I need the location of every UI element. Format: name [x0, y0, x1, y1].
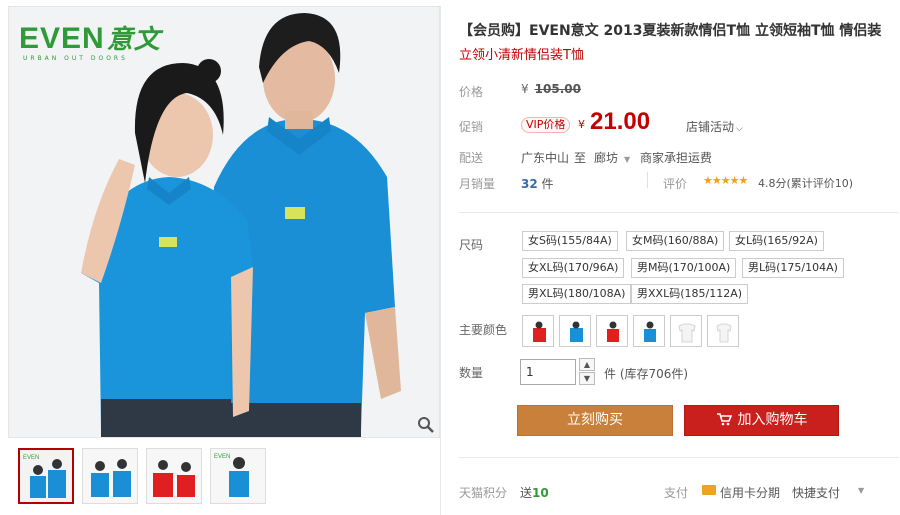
main-product-image[interactable]: EVEN意文 URBAN OUT DOORS	[8, 6, 440, 438]
brand-tagline: URBAN OUT DOORS	[23, 55, 128, 62]
currency-symbol: ¥	[521, 82, 529, 96]
tmall-points-label: 天猫积分	[459, 486, 508, 500]
payment-dropdown-icon[interactable]: ▼	[858, 486, 864, 495]
chevron-down-icon: ⌵	[736, 124, 743, 134]
current-price: 21.00	[590, 108, 651, 135]
thumbnail-strip: EVEN EVEN	[18, 448, 266, 504]
tmall-points: 送10	[520, 486, 549, 500]
thumbnail-1[interactable]: EVEN	[18, 448, 74, 504]
buy-now-button[interactable]: 立刻购买	[517, 405, 673, 436]
quantity-decrease-button[interactable]: ▼	[579, 372, 595, 385]
size-option[interactable]: 男XXL码(185/112A)	[631, 284, 749, 304]
color-label: 主要颜色	[459, 323, 508, 337]
original-price-value: 105.00	[534, 82, 581, 96]
shipping-label: 配送	[459, 151, 484, 165]
color-swatch-white-female[interactable]	[707, 315, 739, 347]
vip-price-badge: VIP价格	[521, 117, 571, 133]
cart-icon	[716, 412, 732, 425]
section-divider	[459, 212, 899, 213]
stock-info: 件 (库存706件)	[604, 367, 689, 381]
separator	[647, 172, 648, 188]
monthly-sales-label: 月销量	[459, 177, 496, 191]
column-divider	[440, 6, 441, 515]
review-label: 评价	[663, 177, 688, 191]
original-price: ¥105.00	[521, 82, 581, 96]
section-divider	[459, 457, 899, 458]
thumbnail-3[interactable]	[146, 448, 202, 504]
rating-summary-link[interactable]: 4.8分(累计评价10)	[758, 175, 853, 191]
chevron-down-icon: ▼	[624, 155, 631, 164]
quantity-label: 数量	[459, 366, 484, 380]
color-swatch-red[interactable]	[522, 315, 554, 347]
brand-logo: EVEN意文	[19, 22, 161, 55]
size-option[interactable]: 女XL码(170/96A)	[522, 258, 625, 278]
monthly-sales: 32 件	[521, 177, 554, 191]
ship-from: 广东中山	[521, 151, 570, 165]
size-option[interactable]: 女L码(165/92A)	[729, 231, 824, 251]
ship-to-destination-dropdown[interactable]: 廊坊 ▼	[594, 149, 630, 166]
color-swatch-white[interactable]	[670, 315, 702, 347]
size-option[interactable]: 男XL码(180/108A)	[522, 284, 632, 304]
quantity-input[interactable]	[520, 359, 576, 385]
size-option[interactable]: 女S码(155/84A)	[522, 231, 618, 251]
payment-label: 支付	[664, 486, 689, 500]
product-subtitle: 立领小清新情侣装T恤	[459, 48, 584, 63]
svg-text:EVEN: EVEN	[23, 455, 39, 461]
add-to-cart-button[interactable]: 加入购物车	[684, 405, 839, 436]
size-option[interactable]: 男L码(175/104A)	[742, 258, 844, 278]
size-option[interactable]: 女M码(160/88A)	[626, 231, 725, 251]
credit-card-icon	[702, 485, 716, 495]
price-label: 价格	[459, 85, 484, 99]
promo-label: 促销	[459, 120, 484, 134]
thumbnail-2[interactable]	[82, 448, 138, 504]
product-title: 【会员购】EVEN意文 2013夏装新款情侣T恤 立领短袖T恤 情侣装	[459, 23, 882, 39]
shipping-fee-note: 商家承担运费	[640, 151, 713, 165]
credit-card-installment-link[interactable]: 信用卡分期	[720, 484, 780, 501]
ship-to-word: 至	[574, 151, 587, 165]
thumbnail-4[interactable]: EVEN	[210, 448, 266, 504]
size-label: 尺码	[459, 238, 484, 252]
size-option[interactable]: 男M码(170/100A)	[631, 258, 737, 278]
zoom-icon[interactable]	[417, 416, 435, 434]
store-promotion-dropdown[interactable]: 店铺活动 ⌵	[686, 118, 743, 135]
svg-text:EVEN: EVEN	[214, 454, 230, 460]
couple-photo	[9, 7, 439, 437]
color-swatch-blue[interactable]	[559, 315, 591, 347]
rating-stars-icon: ★★★★★	[703, 174, 748, 187]
color-swatch-blue-female[interactable]	[633, 315, 665, 347]
color-swatch-red-female[interactable]	[596, 315, 628, 347]
current-price-currency: ¥	[578, 118, 585, 131]
quick-pay-link[interactable]: 快捷支付	[792, 484, 840, 501]
quantity-increase-button[interactable]: ▲	[579, 358, 595, 371]
